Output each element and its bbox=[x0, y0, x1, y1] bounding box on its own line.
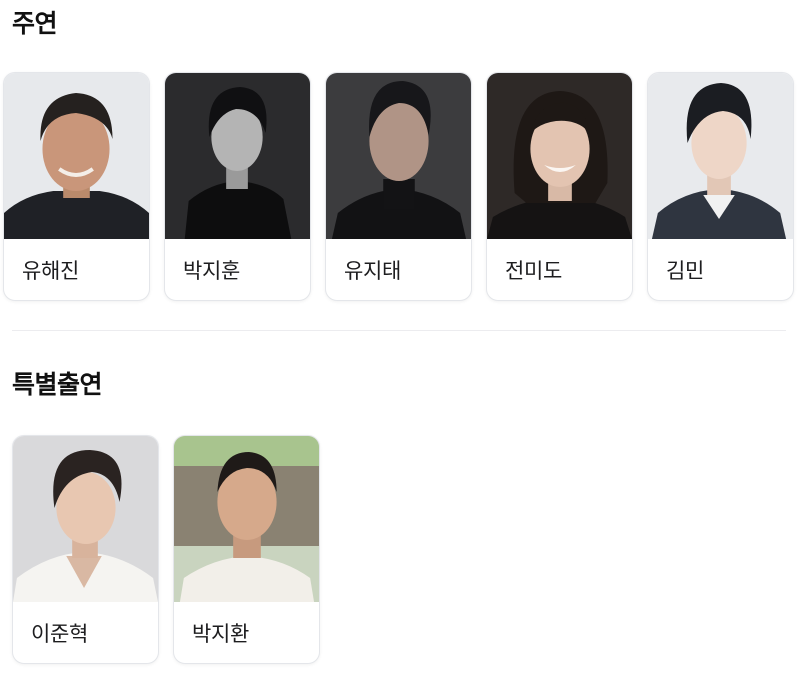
cast-card-park-ji-hoon[interactable]: 박지훈 bbox=[164, 72, 311, 301]
section-divider bbox=[12, 330, 786, 331]
cast-card-jeon-mi-do[interactable]: 전미도 bbox=[486, 72, 633, 301]
cast-photo bbox=[4, 73, 149, 239]
cast-page: 주연 유해진 박지훈 유지태 전미도 김민 특별출연 이준혁 박지환 bbox=[0, 0, 804, 679]
cast-photo bbox=[326, 73, 471, 239]
cast-name: 유지태 bbox=[344, 259, 402, 283]
cast-photo bbox=[174, 436, 319, 602]
cast-photo bbox=[165, 73, 310, 239]
main-cast-row: 유해진 박지훈 유지태 전미도 김민 bbox=[3, 72, 794, 301]
cast-name: 김민 bbox=[666, 259, 705, 283]
cast-card-yoo-ji-tae[interactable]: 유지태 bbox=[325, 72, 472, 301]
section-title-main-cast: 주연 bbox=[12, 9, 58, 38]
cast-card-park-ji-hwan[interactable]: 박지환 bbox=[173, 435, 320, 664]
cast-photo bbox=[13, 436, 158, 602]
cast-photo bbox=[487, 73, 632, 239]
cast-photo bbox=[648, 73, 793, 239]
cast-name: 유해진 bbox=[22, 259, 80, 283]
section-title-special-appearance: 특별출연 bbox=[12, 370, 103, 399]
cast-card-lee-jun-hyuk[interactable]: 이준혁 bbox=[12, 435, 159, 664]
cast-name: 전미도 bbox=[505, 259, 563, 283]
cast-card-yoo-hae-jin[interactable]: 유해진 bbox=[3, 72, 150, 301]
cast-name: 박지환 bbox=[192, 622, 250, 646]
cast-name: 이준혁 bbox=[31, 622, 89, 646]
cast-name: 박지훈 bbox=[183, 259, 241, 283]
cast-card-kim-min[interactable]: 김민 bbox=[647, 72, 794, 301]
special-appearance-row: 이준혁 박지환 bbox=[12, 435, 320, 664]
